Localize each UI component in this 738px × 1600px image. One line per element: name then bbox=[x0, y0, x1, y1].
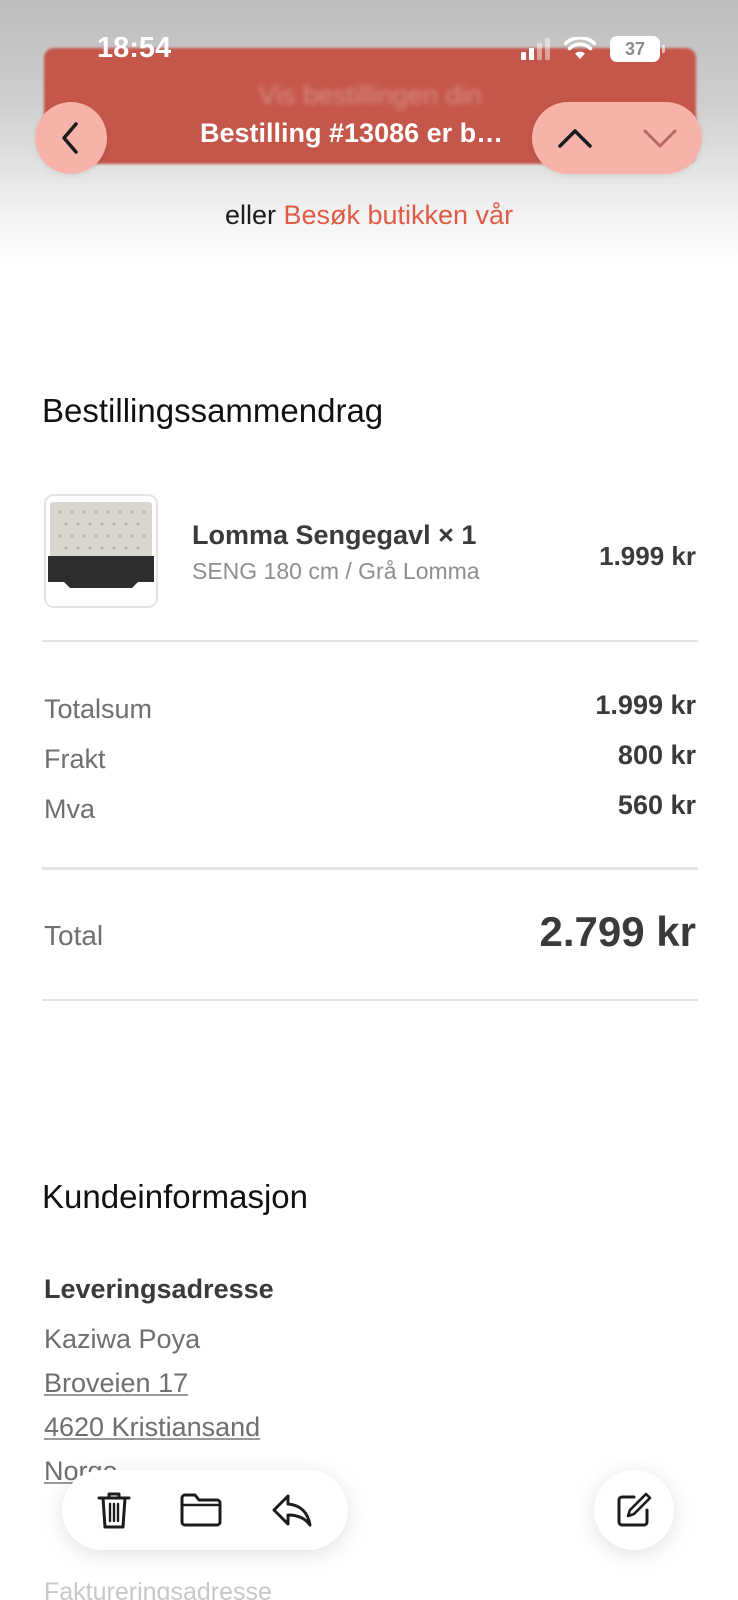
order-summary-title: Bestillingssammendrag bbox=[42, 392, 384, 429]
eller-text: eller bbox=[224, 200, 284, 230]
product-variant: SENG 180 cm / Grå Lomma bbox=[192, 558, 480, 584]
status-icons: 37 bbox=[521, 36, 665, 62]
battery-icon: 37 bbox=[610, 36, 665, 62]
vat-value: 560 kr bbox=[617, 790, 696, 820]
product-name: Lomma Sengegavl × 1 bbox=[192, 520, 477, 550]
subtotal-value: 1.999 kr bbox=[595, 690, 696, 720]
shipping-address-heading: Leveringsadresse bbox=[44, 1274, 274, 1304]
view-order-label: Vis bestillingen din bbox=[258, 79, 482, 110]
down-chevron-icon[interactable] bbox=[642, 126, 678, 150]
subtotal-label: Totalsum bbox=[44, 694, 153, 724]
compose-button[interactable] bbox=[594, 1470, 674, 1550]
signal-icon bbox=[521, 38, 550, 60]
product-image bbox=[44, 494, 158, 608]
trash-icon[interactable] bbox=[96, 1490, 132, 1530]
customer-info-title: Kundeinformasjon bbox=[42, 1178, 308, 1215]
back-button[interactable] bbox=[35, 102, 107, 174]
divider bbox=[42, 640, 698, 642]
message-subject: Bestilling #13086 er b… bbox=[200, 118, 504, 148]
divider bbox=[42, 867, 698, 870]
battery-level: 37 bbox=[624, 38, 646, 59]
shipping-street[interactable]: Broveien 17 bbox=[44, 1368, 188, 1399]
shipping-value: 800 kr bbox=[617, 740, 696, 770]
shipping-city[interactable]: 4620 Kristiansand bbox=[44, 1412, 260, 1443]
shipping-label: Frakt bbox=[44, 744, 106, 774]
folder-icon[interactable] bbox=[179, 1492, 223, 1528]
total-label: Total bbox=[44, 920, 104, 951]
store-link-line: eller Besøk butikken vår bbox=[0, 200, 738, 231]
total-value: 2.799 kr bbox=[539, 908, 696, 955]
message-navigation bbox=[532, 102, 702, 174]
mail-toolbar bbox=[62, 1470, 348, 1550]
up-chevron-icon[interactable] bbox=[557, 126, 593, 150]
divider bbox=[42, 999, 698, 1001]
product-price: 1.999 kr bbox=[599, 541, 696, 571]
back-chevron-icon bbox=[62, 122, 78, 154]
visit-store-link[interactable]: Besøk butikken vår bbox=[283, 200, 513, 230]
reply-icon[interactable] bbox=[270, 1491, 314, 1529]
compose-icon bbox=[617, 1492, 652, 1527]
status-time: 18:54 bbox=[97, 32, 172, 64]
shipping-name: Kaziwa Poya bbox=[44, 1324, 201, 1354]
wifi-icon bbox=[564, 37, 596, 59]
vat-label: Mva bbox=[44, 794, 96, 824]
billing-address-heading: Faktureringsadresse bbox=[44, 1578, 272, 1600]
